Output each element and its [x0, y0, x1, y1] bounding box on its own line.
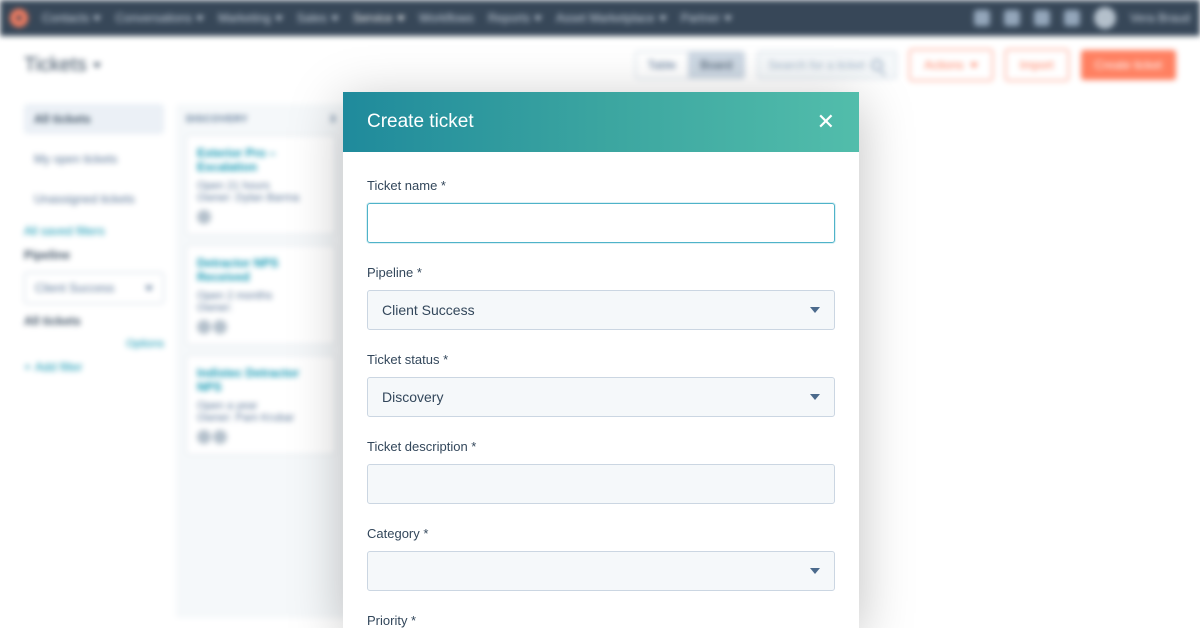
nav-contacts[interactable]: Contacts — [42, 11, 101, 25]
view-board-button[interactable]: Board — [688, 52, 744, 78]
chevron-down-icon — [397, 16, 405, 21]
sidebar-item-all-tickets[interactable]: All tickets — [24, 104, 164, 134]
chevron-down-icon — [93, 16, 101, 21]
nav-service[interactable]: Service — [353, 11, 405, 25]
chevron-down-icon — [970, 63, 978, 68]
chevron-down-icon — [196, 16, 204, 21]
create-ticket-button[interactable]: Create ticket — [1081, 50, 1176, 80]
hubspot-logo-icon[interactable] — [10, 9, 28, 27]
chevron-down-icon — [810, 394, 820, 400]
view-toggle: Table Board — [635, 51, 746, 79]
card-title: Indistec Detractor NPS — [197, 366, 325, 394]
modal-body: Ticket name * Pipeline * Client Success … — [343, 152, 859, 628]
nav-partner[interactable]: Partner — [681, 11, 732, 25]
top-nav: Contacts Conversations Marketing Sales S… — [0, 0, 1200, 36]
category-label: Category * — [367, 526, 835, 541]
status-select[interactable]: Discovery — [367, 377, 835, 417]
field-description: Ticket description * — [367, 439, 835, 504]
pipeline-label: Pipeline * — [367, 265, 835, 280]
search-placeholder: Search for a ticket — [768, 58, 865, 72]
page-title[interactable]: Tickets — [24, 54, 101, 77]
chevron-down-icon — [659, 16, 667, 21]
card-owner: Owner: Pam Krubar — [197, 412, 325, 424]
avatar[interactable] — [1094, 7, 1116, 29]
ticket-name-input[interactable] — [367, 203, 835, 243]
description-input[interactable] — [367, 464, 835, 504]
sidebar-item-unassigned[interactable]: Unassigned tickets — [24, 184, 164, 214]
card-open-time: Open a year — [197, 400, 325, 412]
priority-label: Priority * — [367, 613, 835, 628]
field-pipeline: Pipeline * Client Success — [367, 265, 835, 330]
ticket-card[interactable]: Detractor NPS Received Open 2 months Own… — [186, 245, 336, 345]
settings-icon[interactable] — [1034, 10, 1050, 26]
card-title: Exterior Pro – Escalation — [197, 146, 325, 174]
saved-filters-link[interactable]: All saved filters — [24, 224, 164, 238]
pipeline-select[interactable]: Client Success — [367, 290, 835, 330]
nav-asset-marketplace[interactable]: Asset Marketplace — [556, 11, 667, 25]
create-ticket-modal: Create ticket ✕ Ticket name * Pipeline *… — [343, 92, 859, 628]
all-tickets-label: All tickets — [24, 314, 164, 328]
options-link[interactable]: Options — [24, 338, 164, 350]
close-icon[interactable]: ✕ — [817, 111, 835, 133]
avatar-icon — [197, 430, 211, 444]
chevron-down-icon — [145, 286, 153, 291]
pipeline-label: Pipeline — [24, 248, 164, 262]
avatar-icon — [197, 320, 211, 334]
sidebar-item-my-open[interactable]: My open tickets — [24, 144, 164, 174]
nav-marketing[interactable]: Marketing — [218, 11, 283, 25]
field-status: Ticket status * Discovery — [367, 352, 835, 417]
card-owner: Owner: — [197, 302, 325, 314]
status-value: Discovery — [382, 389, 443, 405]
import-button[interactable]: Import — [1005, 49, 1069, 81]
sidebar: All tickets My open tickets Unassigned t… — [24, 104, 164, 618]
page-header: Tickets Table Board Search for a ticket … — [0, 36, 1200, 94]
chevron-down-icon — [810, 307, 820, 313]
ticket-card[interactable]: Indistec Detractor NPS Open a year Owner… — [186, 355, 336, 455]
pipeline-select[interactable]: Client Success — [24, 272, 164, 304]
chevron-down-icon — [331, 16, 339, 21]
category-select[interactable] — [367, 551, 835, 591]
user-name[interactable]: Vera Braud — [1130, 11, 1190, 25]
actions-button[interactable]: Actions — [909, 49, 992, 81]
chevron-down-icon — [275, 16, 283, 21]
nav-workflows[interactable]: Workflows — [419, 11, 474, 25]
field-category: Category * — [367, 526, 835, 591]
nav-conversations[interactable]: Conversations — [115, 11, 204, 25]
ticket-name-label: Ticket name * — [367, 178, 835, 193]
chevron-down-icon — [810, 568, 820, 574]
chevron-down-icon — [724, 16, 732, 21]
kanban-column-discovery: DISCOVERY3 Exterior Pro – Escalation Ope… — [176, 104, 346, 618]
field-priority: Priority * — [367, 613, 835, 628]
chevron-down-icon — [93, 63, 101, 68]
modal-header: Create ticket ✕ — [343, 92, 859, 152]
card-open-time: Open 21 hours — [197, 180, 325, 192]
ticket-card[interactable]: Exterior Pro – Escalation Open 21 hours … — [186, 135, 336, 235]
avatar-icon — [213, 320, 227, 334]
card-open-time: Open 2 months — [197, 290, 325, 302]
plus-icon: + — [24, 360, 31, 374]
view-table-button[interactable]: Table — [636, 52, 689, 78]
pipeline-value: Client Success — [382, 302, 475, 318]
search-input[interactable]: Search for a ticket — [757, 51, 897, 79]
chevron-down-icon — [534, 16, 542, 21]
modal-title: Create ticket — [367, 111, 474, 133]
column-header: DISCOVERY3 — [186, 114, 336, 125]
add-filter-button[interactable]: +Add filter — [24, 360, 164, 374]
description-label: Ticket description * — [367, 439, 835, 454]
status-label: Ticket status * — [367, 352, 835, 367]
avatar-icon — [213, 430, 227, 444]
nav-sales[interactable]: Sales — [297, 11, 339, 25]
field-ticket-name: Ticket name * — [367, 178, 835, 243]
search-icon — [871, 59, 883, 71]
card-title: Detractor NPS Received — [197, 256, 325, 284]
notifications-icon[interactable] — [1064, 10, 1080, 26]
nav-reports[interactable]: Reports — [488, 11, 542, 25]
search-icon[interactable] — [974, 10, 990, 26]
avatar-icon — [197, 210, 211, 224]
card-owner: Owner: Dylan Barma — [197, 192, 325, 204]
marketplace-icon[interactable] — [1004, 10, 1020, 26]
